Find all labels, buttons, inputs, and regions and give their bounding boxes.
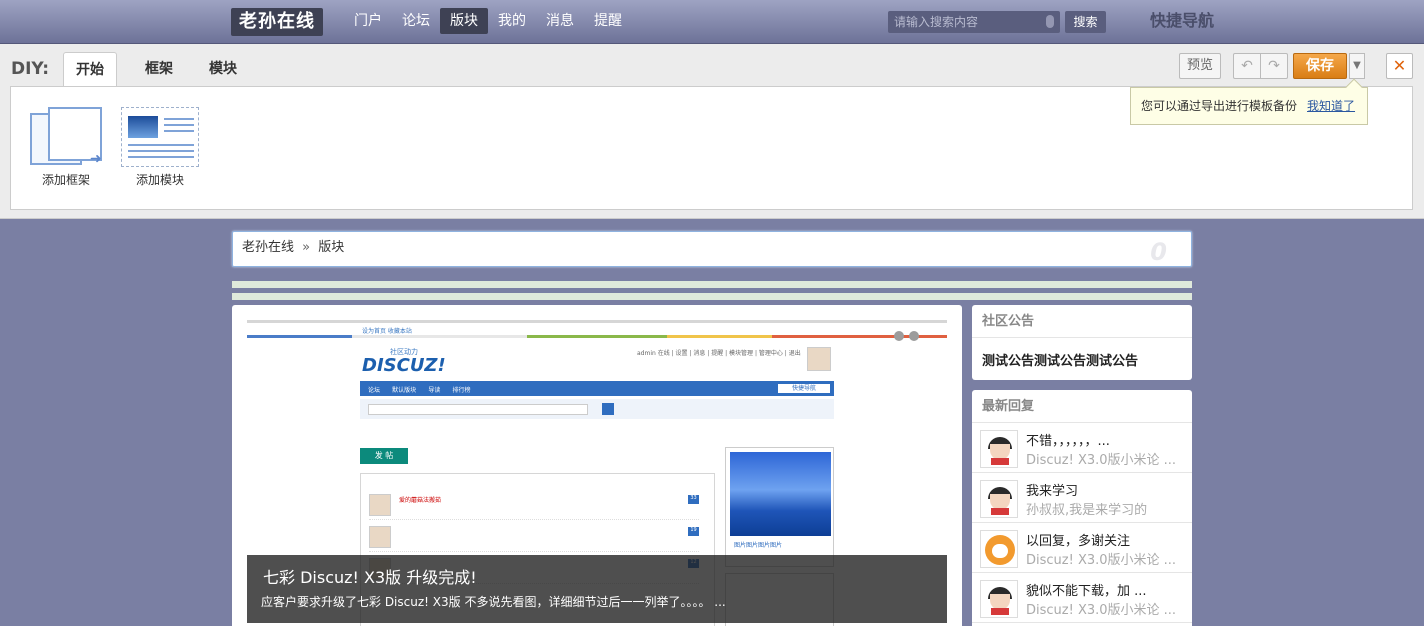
notice-panel: 社区公告 测试公告测试公告测试公告: [972, 305, 1192, 380]
reply-item[interactable]: 不错，，，，，，... Discuz! X3.0版小米论 ...: [972, 423, 1192, 473]
reply-title[interactable]: 不错，，，，，，...: [1026, 430, 1110, 449]
search-input[interactable]: 请输入搜索内容: [888, 11, 1060, 33]
site-logo[interactable]: 老孙在线: [231, 8, 323, 36]
tab-module[interactable]: 模块: [191, 52, 255, 86]
mini-color-bar: [247, 335, 947, 338]
breadcrumb-separator: »: [302, 240, 311, 255]
reply-title[interactable]: 我来学习: [1026, 480, 1078, 499]
search-placeholder: 请输入搜索内容: [894, 15, 979, 29]
nav-link-portal[interactable]: 门户: [344, 8, 392, 34]
preview-button[interactable]: 预览: [1179, 53, 1221, 79]
diy-label: DIY:: [11, 59, 50, 79]
nav-link-forum[interactable]: 论坛: [392, 8, 440, 34]
tab-start[interactable]: 开始: [63, 52, 117, 87]
reply-item[interactable]: 我来学习 孙叔叔,我是来学习的: [972, 473, 1192, 523]
backup-tip-tooltip: 您可以通过导出进行模板备份 我知道了: [1130, 78, 1368, 125]
reply-title[interactable]: 以回复，多谢关注: [1026, 530, 1130, 549]
diy-tabs: 开始 框架 模块: [63, 52, 255, 87]
save-button[interactable]: 保存: [1293, 53, 1347, 79]
slide-dot[interactable]: [909, 331, 919, 341]
main-nav: 门户 论坛 版块 我的 消息 提醒: [344, 8, 632, 34]
redo-icon[interactable]: ↷: [1260, 53, 1288, 79]
close-diy-button[interactable]: ✕: [1386, 53, 1413, 79]
mini-avatar: [807, 347, 831, 371]
boy-avatar[interactable]: [980, 480, 1018, 518]
quick-nav-link[interactable]: 快捷导航: [1150, 10, 1214, 32]
breadcrumb-badge: 0: [1150, 238, 1167, 266]
mini-post-button: 发 帖: [360, 448, 408, 464]
boy-avatar[interactable]: [980, 580, 1018, 618]
reply-thread: 孙叔叔,我是来学习的: [1026, 503, 1148, 518]
notice-title: 社区公告: [972, 305, 1192, 338]
mini-side-image: 图片图片图片图片: [725, 447, 834, 567]
add-frame-tool[interactable]: ➜ 添加框架: [25, 107, 107, 188]
add-frame-label: 添加框架: [41, 173, 90, 187]
divider-stripe: [232, 293, 1192, 300]
breadcrumb: 老孙在线 » 版块 0: [232, 231, 1192, 267]
breadcrumb-home[interactable]: 老孙在线: [242, 240, 294, 255]
add-module-icon: [121, 107, 199, 167]
replies-title: 最新回复: [972, 390, 1192, 423]
diy-panel: DIY: 开始 框架 模块 ➜ 添加框架 添加模块 预览 ↶ ↷ 保存 ▼ ✕ …: [0, 44, 1424, 219]
slide-caption-desc: 应客户要求升级了七彩 Discuz! X3版 不多说先看图，详细细节过后一一列举…: [261, 595, 726, 609]
latest-replies-panel: 最新回复 不错，，，，，，... Discuz! X3.0版小米论 ... 我来…: [972, 390, 1192, 626]
slide-caption: 七彩 Discuz! X3版 升级完成! 应客户要求升级了七彩 Discuz! …: [247, 555, 947, 623]
nav-link-mine[interactable]: 我的: [488, 8, 536, 34]
fox-avatar[interactable]: [980, 530, 1018, 568]
tab-frame[interactable]: 框架: [127, 52, 191, 86]
nav-link-reminders[interactable]: 提醒: [584, 8, 632, 34]
notice-text[interactable]: 测试公告测试公告测试公告: [972, 338, 1192, 381]
top-nav-bar: 老孙在线 门户 论坛 版块 我的 消息 提醒 请输入搜索内容 搜索 快捷导航: [0, 0, 1424, 44]
mini-search: [360, 399, 834, 419]
reply-thread: Discuz! X3.0版小米论 ...: [1026, 453, 1177, 468]
nav-link-board[interactable]: 版块: [440, 8, 488, 34]
reply-thread: Discuz! X3.0版小米论 ...: [1026, 553, 1177, 568]
mini-top-links: 设为首页 收藏本站: [362, 328, 412, 335]
slide-caption-title[interactable]: 七彩 Discuz! X3版 升级完成!: [263, 564, 477, 588]
reply-title[interactable]: 貌似不能下载，加 ...: [1026, 580, 1147, 599]
add-module-tool[interactable]: 添加模块: [121, 107, 199, 188]
chevron-down-icon[interactable]: ▼: [1349, 53, 1365, 79]
slide-dot[interactable]: [894, 331, 904, 341]
microphone-icon[interactable]: [1046, 15, 1054, 28]
breadcrumb-current[interactable]: 版块: [318, 240, 344, 255]
add-module-label: 添加模块: [135, 173, 184, 187]
add-frame-icon: ➜: [28, 107, 104, 167]
nav-link-messages[interactable]: 消息: [536, 8, 584, 34]
mini-user-bar: admin 在线 | 设置 | 消息 | 提醒 | 模块管理 | 管理中心 | …: [637, 350, 801, 357]
boy-avatar[interactable]: [980, 430, 1018, 468]
divider-stripe: [232, 281, 1192, 288]
reply-thread: Discuz! X3.0版小米论 ...: [1026, 603, 1177, 618]
mini-discuz-logo: 社区动力 DISCUZ!: [362, 348, 446, 376]
tip-dismiss-link[interactable]: 我知道了: [1307, 99, 1355, 113]
slide-image[interactable]: 设为首页 收藏本站 社区动力 DISCUZ! admin 在线 | 设置 | 消…: [247, 320, 947, 626]
slide-pager[interactable]: [894, 330, 924, 345]
search-button[interactable]: 搜索: [1065, 11, 1106, 33]
reply-item[interactable]: 以回复，多谢关注 Discuz! X3.0版小米论 ...: [972, 523, 1192, 573]
undo-icon[interactable]: ↶: [1233, 53, 1261, 79]
tip-text: 您可以通过导出进行模板备份: [1141, 99, 1298, 113]
mini-nav: 论坛 默认版块 导读 排行榜 快捷导航: [360, 381, 834, 396]
reply-item[interactable]: 貌似不能下载，加 ... Discuz! X3.0版小米论 ...: [972, 573, 1192, 623]
slideshow-module: 设为首页 收藏本站 社区动力 DISCUZ! admin 在线 | 设置 | 消…: [232, 305, 962, 626]
